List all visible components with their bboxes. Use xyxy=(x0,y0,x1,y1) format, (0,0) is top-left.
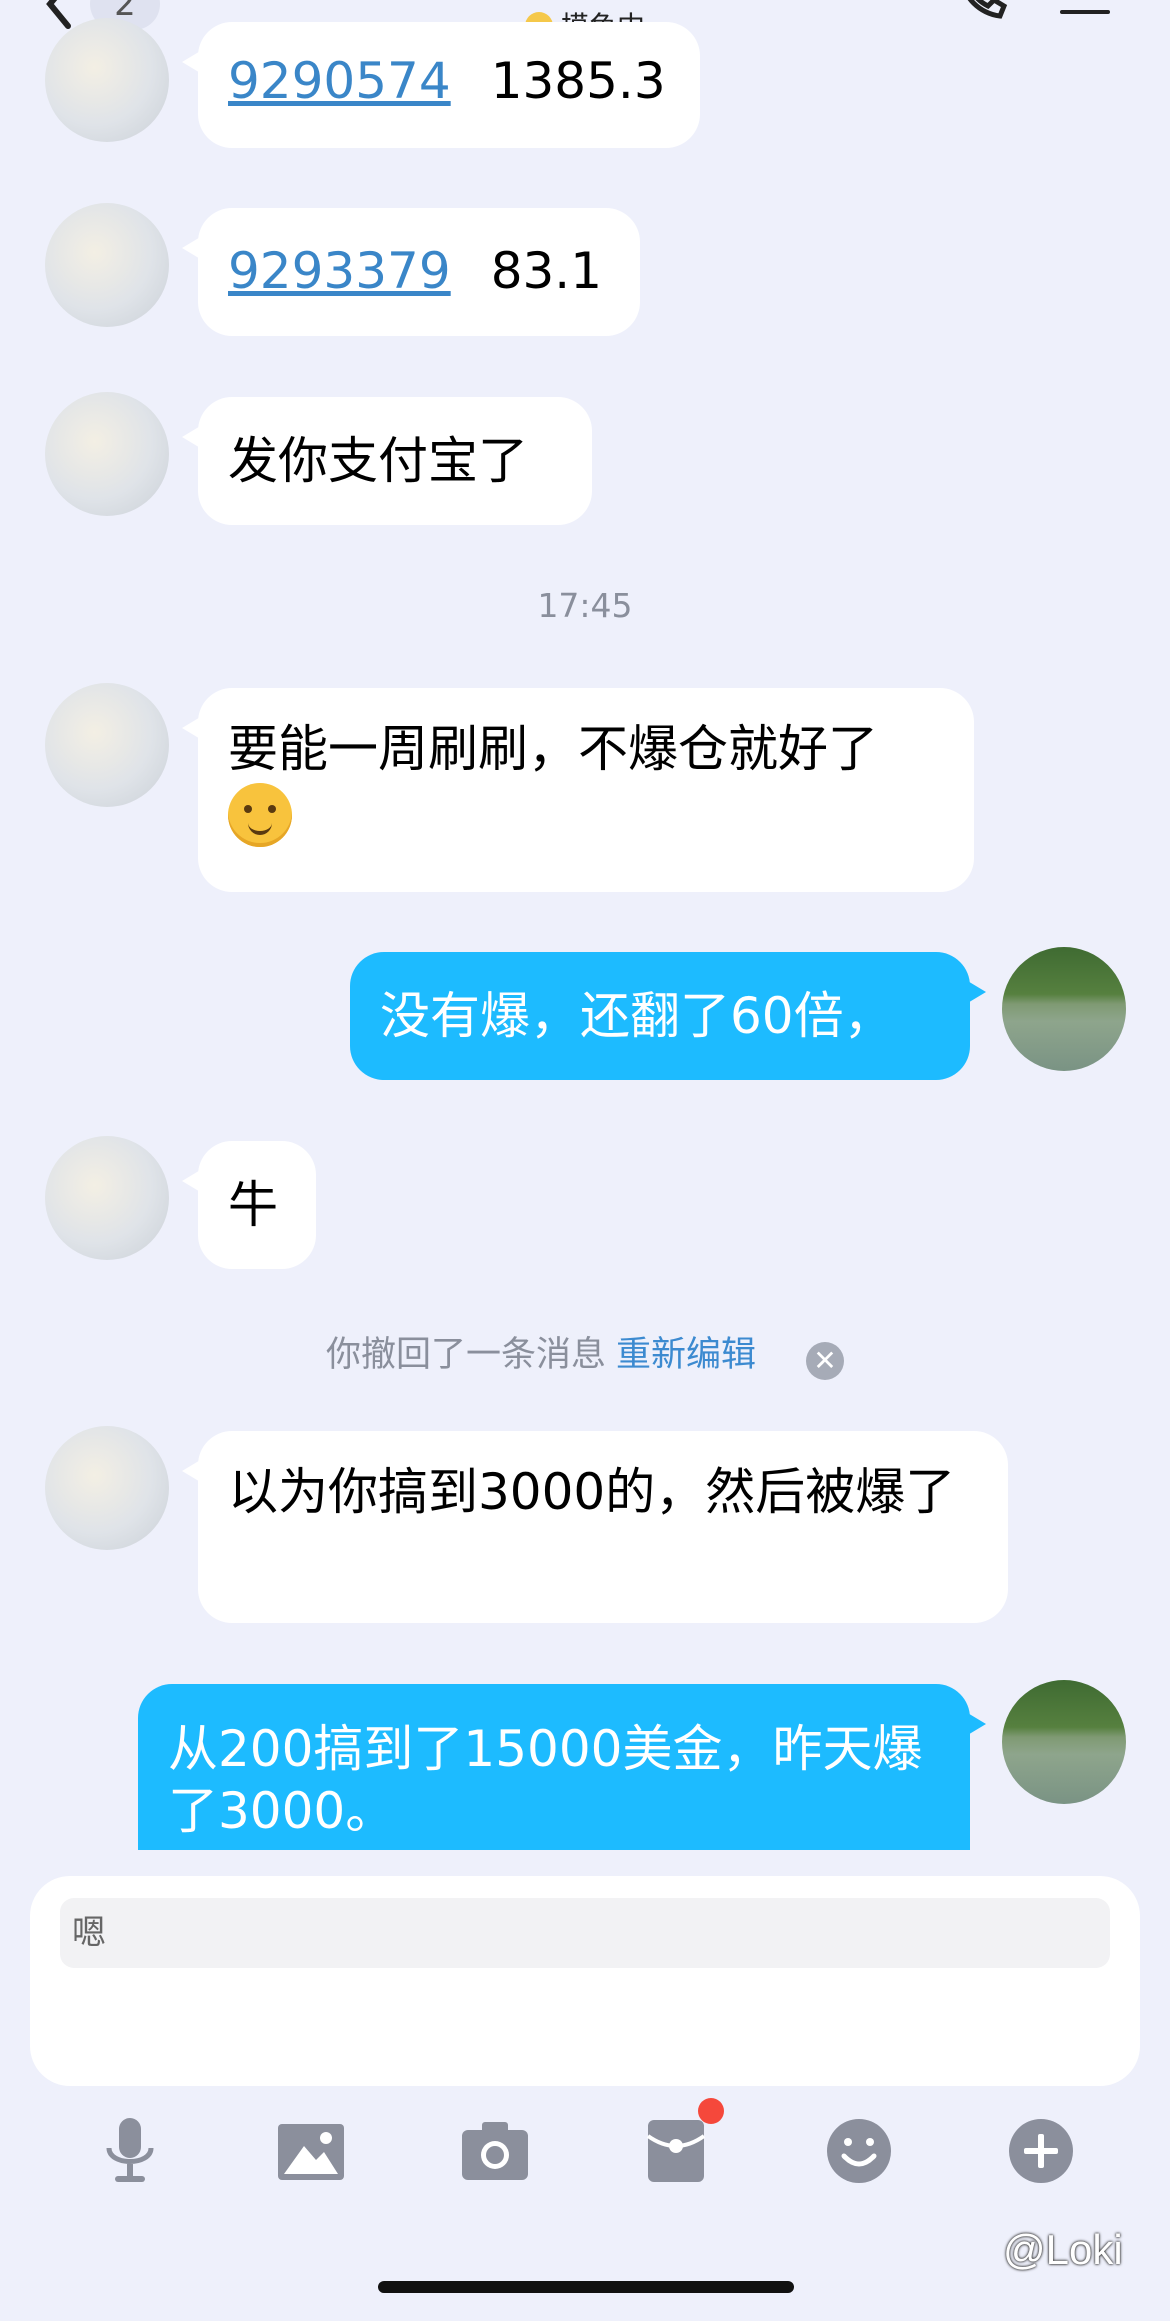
my-message-bubble[interactable]: 从200搞到了15000美金，昨天爆了3000。 xyxy=(138,1684,986,1864)
message-bubble[interactable]: 9290574 1385.3 xyxy=(182,22,700,148)
smile-emoji-icon xyxy=(228,782,292,847)
composer-panel: 嗯 xyxy=(30,1876,1140,2086)
recall-text: 你撤回了一条消息 xyxy=(325,1335,606,1375)
message-text: 没有爆，还翻了60倍， xyxy=(380,987,894,1045)
my-avatar[interactable] xyxy=(1002,947,1126,1071)
message-input[interactable]: 嗯 xyxy=(60,1898,1110,1968)
image-icon[interactable] xyxy=(276,2116,346,2186)
recall-notice: 你撤回了一条消息 重新编辑 ✕ xyxy=(0,1326,1170,1380)
microphone-icon[interactable] xyxy=(95,2116,165,2186)
contact-avatar[interactable] xyxy=(45,203,169,327)
my-avatar[interactable] xyxy=(1002,1680,1126,1804)
my-message-bubble[interactable]: 没有爆，还翻了60倍， xyxy=(350,952,986,1080)
message-text: 1385.3 xyxy=(490,52,666,110)
message-text: 从200搞到了15000美金，昨天爆了3000。 xyxy=(168,1720,923,1840)
emoji-icon[interactable] xyxy=(824,2116,894,2186)
message-bubble[interactable]: 牛 xyxy=(182,1141,316,1269)
order-link[interactable]: 9290574 xyxy=(228,52,451,110)
contact-avatar[interactable] xyxy=(45,392,169,516)
message-bubble[interactable]: 发你支付宝了 xyxy=(182,397,592,525)
phone-call-icon[interactable] xyxy=(958,0,1008,20)
red-packet-icon[interactable] xyxy=(642,2116,712,2186)
contact-avatar[interactable] xyxy=(45,18,169,142)
reedit-link[interactable]: 重新编辑 xyxy=(616,1335,756,1375)
message-bubble[interactable]: 9293379 83.1 xyxy=(182,208,640,336)
message-text: 牛 xyxy=(228,1176,278,1234)
contact-avatar[interactable] xyxy=(45,683,169,807)
message-bubble[interactable]: 以为你搞到3000的，然后被爆了 xyxy=(182,1431,1008,1623)
timestamp: 17:45 xyxy=(537,586,633,625)
order-link[interactable]: 9293379 xyxy=(228,242,451,300)
plus-icon[interactable] xyxy=(1006,2116,1076,2186)
message-text: 83.1 xyxy=(490,242,603,300)
home-indicator[interactable] xyxy=(378,2281,794,2293)
watermark: @Loki xyxy=(1003,2226,1123,2273)
menu-icon[interactable] xyxy=(1060,10,1110,14)
close-icon[interactable]: ✕ xyxy=(806,1342,845,1380)
message-text: 要能一周刷刷，不爆仓就好了 xyxy=(228,720,878,778)
contact-avatar[interactable] xyxy=(45,1136,169,1260)
message-text: 发你支付宝了 xyxy=(228,432,528,490)
message-bubble[interactable]: 要能一周刷刷，不爆仓就好了 xyxy=(182,688,974,892)
contact-avatar[interactable] xyxy=(45,1426,169,1550)
camera-icon[interactable] xyxy=(460,2116,530,2186)
notification-dot xyxy=(698,2098,724,2124)
message-text: 以为你搞到3000的，然后被爆了 xyxy=(228,1463,956,1521)
